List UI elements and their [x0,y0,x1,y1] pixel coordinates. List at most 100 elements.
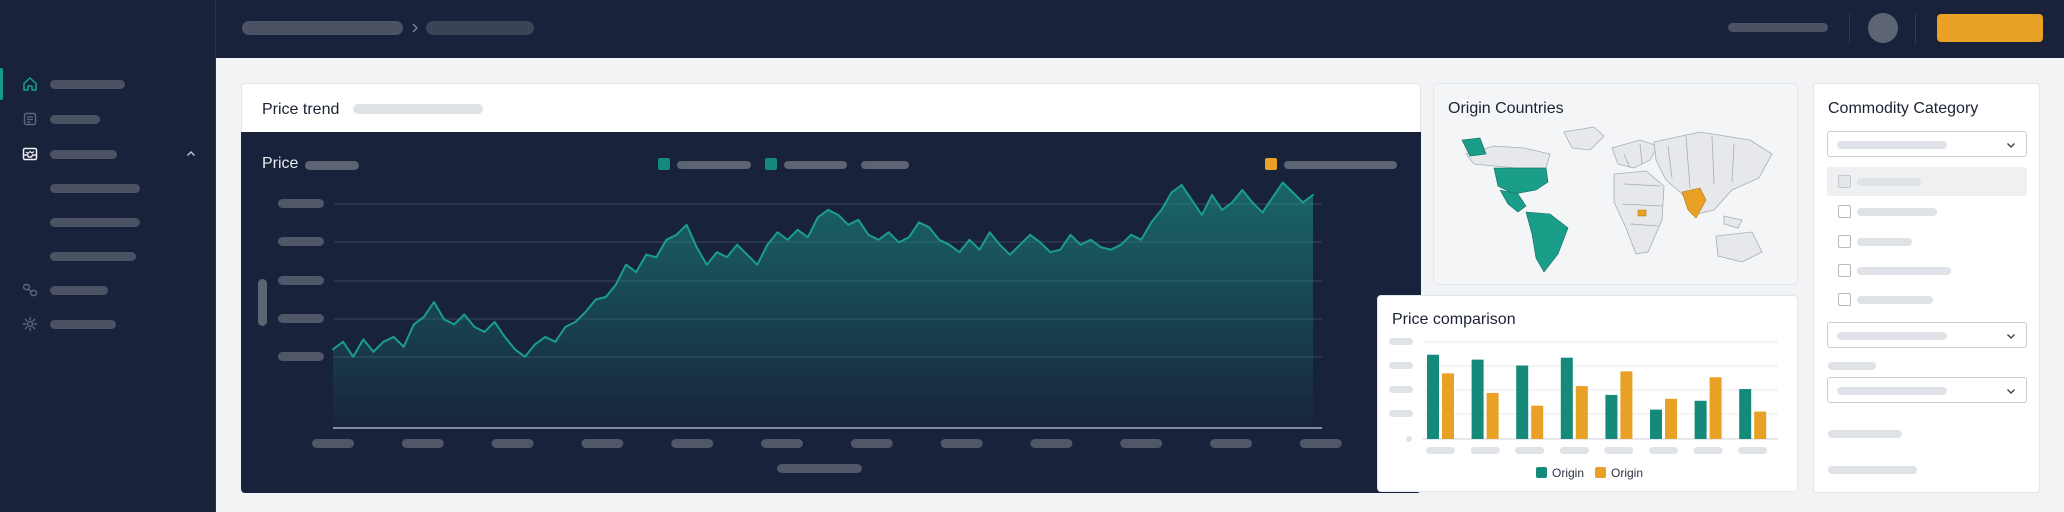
checkbox-label [1857,296,1933,304]
sidebar-item-home[interactable] [0,67,215,101]
data-point [1089,238,1092,241]
price-trend-chart: Price [241,132,1421,493]
data-point [1301,201,1304,204]
data-point [736,243,739,246]
data-point [392,335,395,338]
data-point [1291,191,1294,194]
data-point [1029,233,1032,236]
link-icon [22,283,38,297]
commodity-category-title: Commodity Category [1828,100,1979,117]
data-point [1140,238,1143,241]
checkbox[interactable] [1838,175,1851,188]
x-tick-label [1559,447,1589,454]
data-point [695,246,698,249]
sidebar-item-label [50,115,100,124]
field-label [1828,362,1876,370]
data-point [1110,248,1112,251]
select-value [1837,141,1947,149]
origin-countries-title: Origin Countries [1448,100,1564,117]
data-point [1200,213,1203,216]
data-point [1150,221,1153,224]
sidebar-subitem[interactable] [0,171,215,205]
data-point [1039,241,1042,244]
data-point [493,321,496,323]
price-comparison-chart [1389,338,1778,454]
origin-countries-panel: Origin Countries [1433,83,1798,285]
gear-icon [22,316,38,332]
x-tick-label [940,439,983,448]
checkbox[interactable] [1838,235,1851,248]
bar-series-2 [1665,398,1677,439]
data-point [1130,233,1133,236]
data-point [938,238,941,241]
data-point [867,233,870,236]
sidebar-subitem[interactable] [0,205,215,239]
divider [1849,14,1850,44]
chevron-down-icon [2007,143,2015,148]
breadcrumb-root[interactable] [242,21,403,35]
x-tick-label [1470,447,1500,454]
data-point [907,236,910,239]
data-point [614,283,617,286]
chevron-up-icon[interactable] [186,149,196,159]
data-point [1160,208,1163,211]
data-point [1221,208,1223,211]
y-tick-label [1389,362,1413,369]
category-select[interactable] [1827,131,2027,157]
document-icon [23,112,37,126]
sidebar-subitem[interactable] [0,239,215,273]
sidebar-item-inbox[interactable] [0,137,215,171]
sidebar-item-label [50,150,117,159]
filter-select[interactable] [1827,322,2027,348]
user-name [1728,23,1828,32]
sidebar-item-label [50,80,125,89]
bar-series-2 [1486,392,1499,439]
primary-action-button[interactable] [1937,14,2043,42]
data-point [564,326,567,328]
x-axis-title [777,464,862,473]
data-point [817,216,819,219]
x-tick-label [401,439,444,448]
data-point [1312,194,1314,196]
checkbox[interactable] [1838,264,1851,277]
sidebar-item-integrations[interactable] [0,273,215,307]
bar-series-1 [1739,389,1752,439]
data-point [1211,194,1213,196]
data-point [1049,251,1052,254]
sidebar-item-label [50,286,108,295]
checkbox[interactable] [1838,293,1851,306]
data-point [1281,181,1284,184]
data-point [635,271,637,274]
price-trend-subtitle [353,104,483,114]
sidebar-item-settings[interactable] [0,307,215,341]
data-point [1009,253,1011,256]
y-tick-zero [1406,436,1412,442]
y-tick-label [278,314,324,323]
data-point [1069,233,1072,236]
avatar[interactable] [1868,13,1898,43]
data-point [574,321,577,323]
summary-line [1828,466,1917,474]
bar-series-1 [1560,357,1573,439]
filter-select[interactable] [1827,377,2027,403]
checkbox-label [1857,208,1937,216]
sidebar-item-documents[interactable] [0,102,215,136]
select-value [1837,387,1947,395]
world-map[interactable] [1454,124,1784,284]
data-point [887,231,890,234]
data-point [1251,201,1254,204]
data-point [1120,243,1122,246]
sidebar-item-label [50,320,116,329]
legend-swatch-orange [1595,467,1606,478]
data-point [534,343,536,346]
chevron-right-icon [412,23,418,33]
data-point [372,350,375,353]
data-point [897,241,900,244]
data-point [443,318,446,321]
checkbox[interactable] [1838,205,1851,218]
x-tick-label [1120,439,1163,448]
data-point [928,226,930,229]
data-point [483,330,486,333]
data-point [786,238,789,241]
bar-series-1 [1516,365,1529,439]
